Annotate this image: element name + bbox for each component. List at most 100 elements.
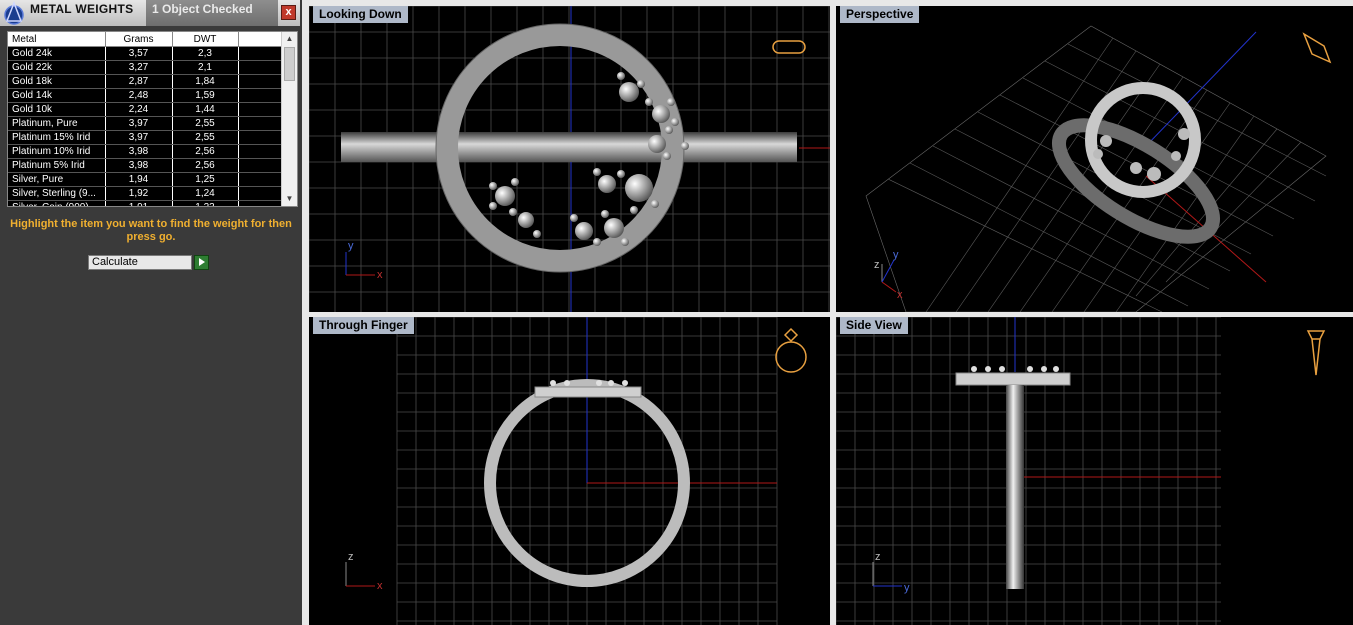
grams-cell: 3,98 [105,144,173,159]
col-header-empty [238,32,284,47]
col-header-dwt[interactable]: DWT [172,32,239,47]
front-view-canvas: z x [345,317,807,625]
metal-cell: Platinum 10% Irid [8,144,106,159]
col-header-metal[interactable]: Metal [8,32,106,47]
table-scrollbar[interactable]: ▲ ▼ [281,32,297,206]
viewport-label: Perspective [840,6,920,23]
table-row[interactable]: Silver, Coin (900)1,911,23 [8,200,284,206]
metal-cell: Silver, Sterling (9... [8,186,106,201]
dwt-cell: 2,1 [172,60,239,75]
empty-cell [238,46,284,61]
viewport-label: Looking Down [313,6,408,23]
orientation-ring-icon [1306,330,1326,376]
viewport-side-view[interactable]: z y Side View [836,317,1353,625]
viewport-through-finger[interactable]: z x Through Finger [309,317,830,625]
metal-cell: Gold 14k [8,88,106,103]
grams-cell: 2,24 [105,102,173,117]
instruction-text: Highlight the item you want to find the … [10,218,292,243]
scroll-thumb[interactable] [284,47,295,81]
scroll-up-icon[interactable]: ▲ [282,32,297,46]
axis-label-z: z [874,259,880,271]
panel-title: METAL WEIGHTS [30,2,134,16]
viewport-looking-down[interactable]: y x Looking Down [309,6,830,312]
grams-cell: 3,57 [105,46,173,61]
empty-cell [238,102,284,117]
empty-cell [238,186,284,201]
table-row[interactable]: Gold 18k 2,87 1,84 [8,74,284,89]
dwt-cell: 2,56 [172,158,239,173]
table-row[interactable]: Gold 24k 3,57 2,3 [8,46,284,61]
grams-cell: 1,94 [105,172,173,187]
table-row[interactable]: Gold 22k 3,27 2,1 [8,60,284,75]
grid-side [836,317,1221,625]
axis-label-x: x [377,580,383,592]
grams-cell: 3,98 [105,158,173,173]
empty-cell [238,200,284,206]
calculate-dropdown[interactable]: Calculate [88,255,192,270]
axis-label-x: x [897,289,903,301]
axis-label-z: z [348,551,354,563]
dwt-cell: 1,44 [172,102,239,117]
grams-cell: 1,91 [105,200,173,206]
table-row[interactable]: Platinum 10% Irid 3,98 2,56 [8,144,284,159]
dwt-cell: 2,3 [172,46,239,61]
viewport-label: Side View [840,317,908,334]
empty-cell [238,116,284,131]
axis-label-y: y [348,240,354,252]
orientation-ring-icon [775,341,807,373]
empty-cell [238,144,284,159]
side-setting [955,372,1071,386]
panel-titlebar: METAL WEIGHTS 1 Object Checked x [0,0,300,26]
front-setting [534,386,642,398]
object-status: 1 Object Checked [146,0,278,26]
dwt-cell: 2,56 [172,144,239,159]
metal-cell: Silver, Coin (900) [8,200,106,206]
grams-cell: 1,92 [105,186,173,201]
col-header-grams[interactable]: Grams [105,32,173,47]
table-row[interactable]: Silver, Sterling (9... 1,92 1,24 [8,186,284,201]
dwt-cell: 2,55 [172,116,239,131]
grams-cell: 3,97 [105,116,173,131]
empty-cell [238,60,284,75]
scroll-down-icon[interactable]: ▼ [282,192,297,206]
metal-cell: Gold 24k [8,46,106,61]
table-row[interactable]: Gold 10k 2,24 1,44 [8,102,284,117]
empty-cell [238,130,284,145]
grams-cell: 3,97 [105,130,173,145]
metal-cell: Platinum 15% Irid [8,130,106,145]
perspective-shank [1051,118,1221,244]
empty-cell [238,88,284,103]
viewport-perspective[interactable]: z y x Perspective [836,6,1353,312]
orientation-ring-icon [1302,32,1332,64]
dwt-cell: 1,84 [172,74,239,89]
axis-label-y: y [893,249,899,261]
table-row[interactable]: Platinum, Pure 3,97 2,55 [8,116,284,131]
grams-cell: 2,48 [105,88,173,103]
side-view-canvas: z y [836,317,1326,625]
metal-table: Metal Grams DWT Gold 24k 3,57 2,3 Gold 22k 3… [7,31,298,207]
empty-cell [238,74,284,89]
metal-cell: Platinum 5% Irid [8,158,106,173]
dwt-cell: 1,23 [172,200,239,206]
table-row[interactable]: Platinum 15% Irid 3,97 2,55 [8,130,284,145]
table-row[interactable]: Silver, Pure 1,94 1,25 [8,172,284,187]
axis-label-y: y [904,582,910,594]
orientation-ring-icon [772,40,806,54]
close-button[interactable]: x [281,5,296,20]
metal-cell: Platinum, Pure [8,116,106,131]
table-row[interactable]: Platinum 5% Irid 3,98 2,56 [8,158,284,173]
metal-cell: Gold 10k [8,102,106,117]
go-button[interactable] [194,255,209,270]
grams-cell: 2,87 [105,74,173,89]
viewport-label: Through Finger [313,317,414,334]
table-row[interactable]: Gold 14k 2,48 1,59 [8,88,284,103]
empty-cell [238,172,284,187]
empty-cell [238,158,284,173]
side-shank [1006,385,1024,589]
axis-label-z: z [875,551,881,563]
axis-label-x: x [377,269,383,281]
grams-cell: 3,27 [105,60,173,75]
metal-cell: Gold 18k [8,74,106,89]
metal-cell: Silver, Pure [8,172,106,187]
app-logo-icon [4,1,24,25]
